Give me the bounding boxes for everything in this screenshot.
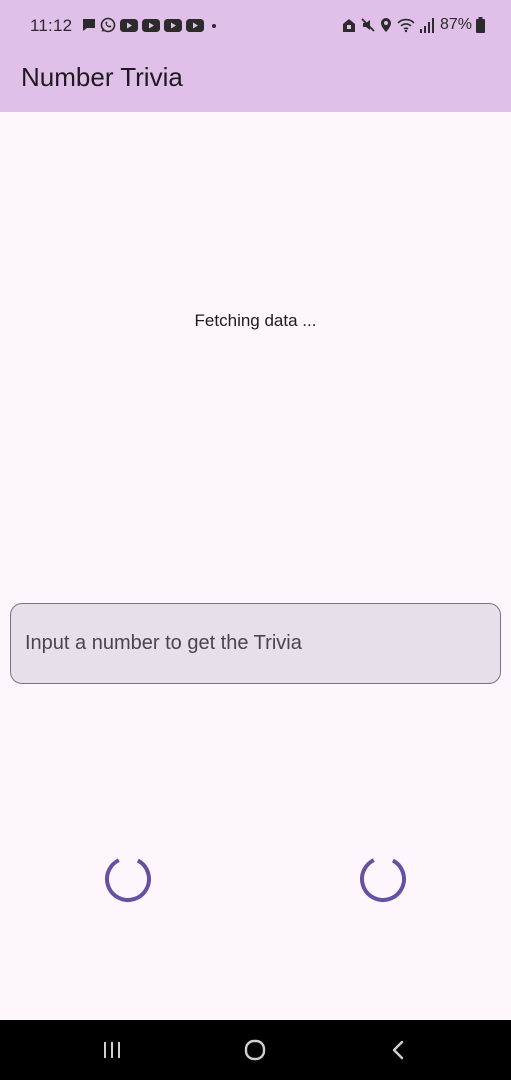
navigation-bar [0, 1020, 511, 1080]
youtube-icon [186, 18, 204, 32]
battery-icon [476, 17, 485, 33]
mute-icon [361, 18, 375, 32]
home-icon [244, 1039, 266, 1061]
chat-icon [83, 19, 95, 31]
signal-icon [419, 17, 434, 33]
loading-spinner-left [105, 856, 151, 902]
youtube-icon [142, 18, 160, 32]
status-message: Fetching data ... [194, 311, 317, 330]
status-bar: 11:12 87% [0, 0, 511, 52]
dot-icon [212, 24, 216, 28]
youtube-icon [164, 18, 182, 32]
recents-icon [104, 1042, 120, 1058]
status-time: 11:12 [30, 16, 73, 35]
back-button[interactable] [378, 1034, 418, 1066]
app-bar: Number Trivia [0, 52, 511, 112]
system-icons: 87% [342, 16, 485, 34]
notification-icons [82, 17, 220, 33]
back-icon [392, 1040, 404, 1060]
youtube-icon [120, 18, 138, 32]
recents-button[interactable] [92, 1034, 132, 1066]
whatsapp-icon [100, 17, 116, 33]
home-button[interactable] [235, 1034, 275, 1066]
wifi-icon [397, 18, 415, 33]
location-icon [380, 18, 391, 32]
app-title: Number Trivia [21, 62, 183, 92]
number-input[interactable] [10, 603, 501, 684]
loading-spinner-right [360, 856, 406, 902]
battery-level: 87% [439, 16, 472, 33]
lock-icon [342, 18, 355, 32]
